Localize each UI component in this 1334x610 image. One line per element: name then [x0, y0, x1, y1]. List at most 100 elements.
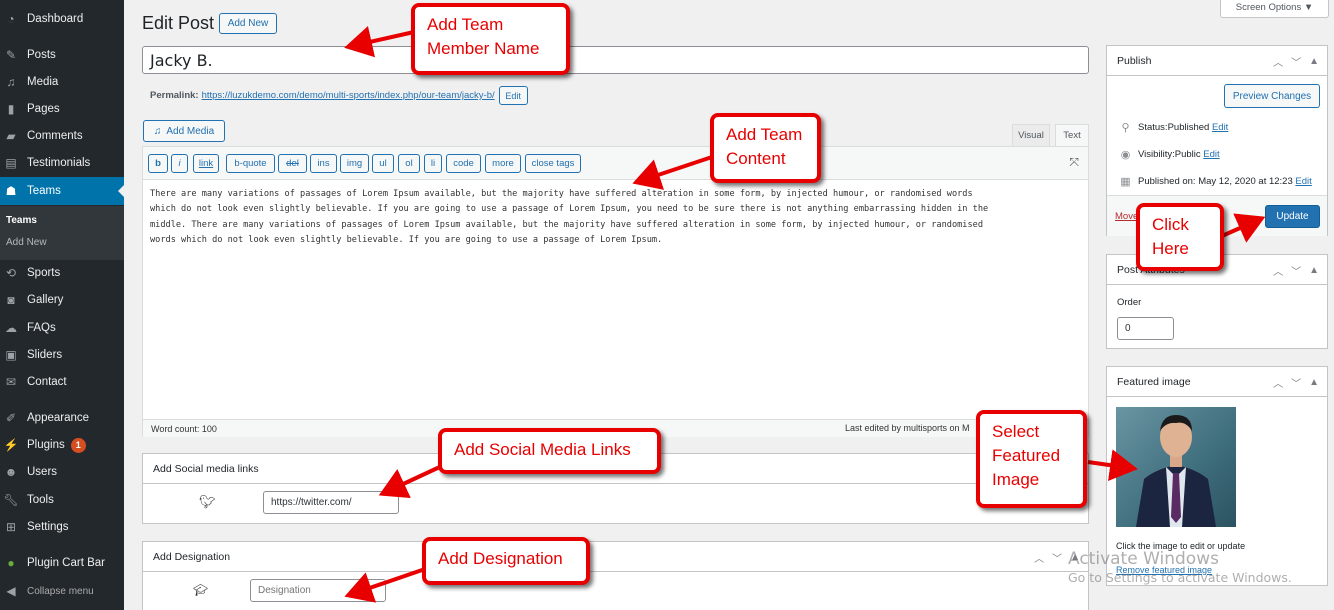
page-title: Edit Post	[142, 13, 215, 33]
move-up-icon[interactable]: ︿	[1034, 550, 1044, 565]
envelope-icon: ✉	[5, 375, 17, 389]
pin-icon: ⚲	[1121, 122, 1130, 134]
update-count-badge: 1	[70, 437, 86, 453]
sync-icon: ⟲	[5, 266, 17, 280]
qt-close-tags-button[interactable]: close tags	[525, 154, 581, 173]
qt-del-button[interactable]: del	[278, 154, 307, 173]
sidebar-item-teams[interactable]: ☗ Teams	[0, 177, 124, 205]
add-media-button[interactable]: ♫ Add Media	[143, 120, 225, 142]
screen-options-button[interactable]: Screen Options ▼	[1220, 0, 1329, 18]
admin-sidebar: ◔ Dashboard ✎ Posts ♫ Media ▮ Pages ▰ Comment…	[0, 0, 124, 610]
status-row: ⚲ Status: Published Edit	[1119, 121, 1228, 134]
post-title-input[interactable]: Jacky B.	[142, 46, 1089, 74]
order-input[interactable]: 0	[1117, 317, 1174, 340]
permalink-edit-button[interactable]: Edit	[498, 86, 528, 105]
submenu-teams[interactable]: Teams	[6, 215, 37, 226]
leaf-icon: ●	[7, 556, 15, 570]
sidebar-item-users[interactable]: ☻ Users	[0, 459, 124, 485]
qt-ul-button[interactable]: ul	[372, 154, 394, 173]
move-down-icon[interactable]: ﹀	[1291, 263, 1301, 278]
slides-icon: ▣	[5, 348, 17, 362]
groups-icon: ☗	[5, 184, 17, 198]
collapse-arrow-icon: ◀	[6, 584, 16, 598]
tab-text[interactable]: Text	[1055, 124, 1089, 146]
qt-bold-button[interactable]: b	[148, 154, 168, 173]
comment-icon: ▰	[6, 129, 16, 143]
quicktags-toolbar: b i link b-quote del ins img ul ol li co…	[143, 147, 1088, 180]
calendar-icon: ▦	[1120, 176, 1131, 188]
sidebar-item-plugins[interactable]: ⚡ Plugins 1	[0, 432, 124, 458]
callout-click-here: Click Here	[1136, 203, 1224, 271]
sidebar-item-gallery[interactable]: ◙ Gallery	[0, 287, 124, 313]
status-edit-link[interactable]: Edit	[1212, 122, 1228, 133]
toggle-panel-icon[interactable]: ▲	[1309, 265, 1319, 276]
content-textarea[interactable]: There are many variations of passages of…	[150, 187, 1085, 248]
move-up-icon[interactable]: ︿	[1273, 54, 1283, 69]
permalink-label: Permalink:	[150, 90, 199, 101]
designation-input[interactable]	[250, 579, 386, 602]
teams-submenu: Teams Add New	[0, 206, 124, 260]
visibility-edit-link[interactable]: Edit	[1203, 149, 1219, 160]
qt-bquote-button[interactable]: b-quote	[226, 154, 275, 173]
pin-icon: ✎	[5, 48, 17, 62]
last-edited: Last edited by multisports on M	[845, 423, 970, 433]
sidebar-item-pages[interactable]: ▮ Pages	[0, 96, 124, 122]
sidebar-item-settings[interactable]: ⊞ Settings	[0, 514, 124, 540]
person-portrait-icon	[1136, 415, 1216, 527]
sidebar-item-tools[interactable]: 🔧︎ Tools	[0, 487, 124, 513]
dashboard-icon: ◔	[7, 12, 15, 26]
move-up-icon[interactable]: ︿	[1273, 263, 1283, 278]
published-date-row: ▦ Published on: May 12, 2020 at 12:23 Ed…	[1120, 176, 1312, 188]
sidebar-item-faqs[interactable]: ☁ FAQs	[0, 315, 124, 341]
tab-visual[interactable]: Visual	[1012, 124, 1050, 146]
chat-bubbles-icon: ☁	[5, 321, 17, 335]
qt-img-button[interactable]: img	[340, 154, 369, 173]
submenu-add-new[interactable]: Add New	[6, 237, 47, 248]
move-up-icon[interactable]: ︿	[1273, 375, 1283, 390]
qt-italic-button[interactable]: i	[171, 154, 188, 173]
graduation-cap-icon: 🎓︎	[193, 583, 209, 597]
visibility-row: ◉ Visibility: Public Edit	[1120, 149, 1220, 161]
media-icon: ♫	[153, 125, 162, 137]
qt-ins-button[interactable]: ins	[310, 154, 337, 173]
preview-changes-button[interactable]: Preview Changes	[1224, 84, 1320, 108]
sidebar-item-sliders[interactable]: ▣ Sliders	[0, 342, 124, 368]
qt-link-button[interactable]: link	[193, 154, 219, 173]
toggle-panel-icon[interactable]: ▲	[1309, 56, 1319, 67]
update-button[interactable]: Update	[1265, 205, 1320, 228]
qt-ol-button[interactable]: ol	[398, 154, 420, 173]
sidebar-item-appearance[interactable]: ✐ Appearance	[0, 405, 124, 431]
sidebar-item-posts[interactable]: ✎ Posts	[0, 42, 124, 68]
date-edit-link[interactable]: Edit	[1295, 176, 1311, 187]
permalink-link[interactable]: https://luzukdemo.com/demo/multi-sports/…	[202, 90, 495, 101]
twitter-url-input[interactable]: https://twitter.com/	[263, 491, 399, 514]
move-down-icon[interactable]: ﹀	[1052, 550, 1062, 565]
pages-icon: ▮	[7, 102, 15, 116]
designation-metabox: Add Designation ︿ ﹀ ▲ 🎓︎	[142, 541, 1089, 610]
sidebar-item-media[interactable]: ♫ Media	[0, 69, 124, 95]
sidebar-item-testimonials[interactable]: ▤ Testimonials	[0, 150, 124, 176]
fullscreen-icon[interactable]: ⤧	[1069, 155, 1079, 170]
wrench-icon: 🔧︎	[3, 493, 19, 507]
qt-li-button[interactable]: li	[424, 154, 442, 173]
sidebar-item-contact[interactable]: ✉ Contact	[0, 369, 124, 395]
order-label: Order	[1117, 297, 1142, 308]
collapse-menu-button[interactable]: ◀ Collapse menu	[0, 578, 124, 604]
activate-windows-watermark: Activate Windows Go to Settings to activ…	[1068, 549, 1292, 585]
featured-box-controls: ︿ ﹀ ▲	[1273, 367, 1319, 397]
sidebar-item-comments[interactable]: ▰ Comments	[0, 123, 124, 149]
paintbrush-icon: ✐	[5, 411, 17, 425]
featured-image-thumbnail[interactable]	[1116, 407, 1236, 527]
toggle-panel-icon[interactable]: ▲	[1309, 377, 1319, 388]
sidebar-item-dashboard[interactable]: ◔ Dashboard	[0, 6, 124, 32]
attributes-box-controls: ︿ ﹀ ▲	[1273, 255, 1319, 285]
move-down-icon[interactable]: ﹀	[1291, 375, 1301, 390]
sidebar-item-plugin-cart-bar[interactable]: ● Plugin Cart Bar	[0, 550, 124, 576]
move-down-icon[interactable]: ﹀	[1291, 54, 1301, 69]
add-new-button[interactable]: Add New	[219, 13, 277, 34]
qt-more-button[interactable]: more	[485, 154, 521, 173]
sidebar-item-sports[interactable]: ⟲ Sports	[0, 260, 124, 286]
settings-icon: ⊞	[5, 520, 17, 534]
qt-code-button[interactable]: code	[446, 154, 481, 173]
word-count: Word count: 100	[151, 424, 217, 434]
